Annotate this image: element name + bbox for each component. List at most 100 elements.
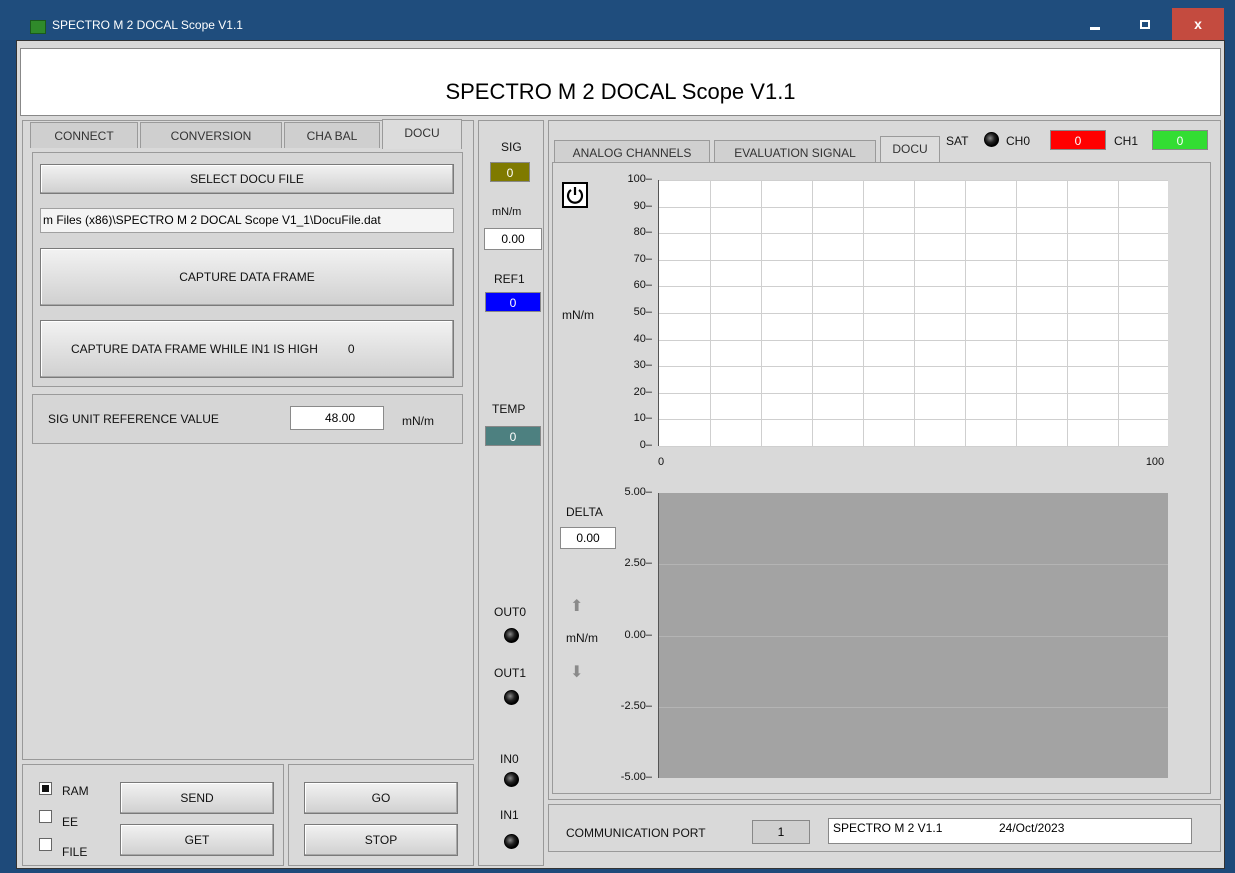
top-chart-gridline-v xyxy=(863,180,864,446)
top-chart-ytick: 70– xyxy=(633,252,652,265)
power-icon xyxy=(566,187,584,204)
delta-value: 0.00 xyxy=(560,527,616,549)
ee-checkbox[interactable] xyxy=(39,810,52,823)
out0-led xyxy=(504,628,519,643)
sat-label: SAT xyxy=(946,134,969,148)
bottom-chart-ytick: -2.50– xyxy=(620,699,652,712)
top-chart-ylabel: mN/m xyxy=(562,308,594,322)
sig-unit-value: 0.00 xyxy=(484,228,542,250)
arrow-down-icon[interactable]: ⬇ xyxy=(570,662,583,682)
in1-label: IN1 xyxy=(500,808,519,822)
ch1-indicator: 0 xyxy=(1152,130,1208,150)
top-chart-gridline-v xyxy=(812,180,813,446)
ref-value-label: SIG UNIT REFERENCE VALUE xyxy=(48,412,219,426)
close-icon: x xyxy=(1194,16,1202,32)
out1-led xyxy=(504,690,519,705)
maximize-icon xyxy=(1140,19,1150,29)
tab-connect[interactable]: CONNECT xyxy=(30,122,138,148)
top-chart-ytick: 30– xyxy=(633,359,652,372)
temp-indicator: 0 xyxy=(485,426,541,446)
bottom-chart-ytick: 5.00– xyxy=(624,486,652,498)
top-chart-ytick: 20– xyxy=(633,385,652,398)
top-chart-ytick: 10– xyxy=(633,412,652,425)
tab-analog-channels[interactable]: ANALOG CHANNELS xyxy=(554,140,710,164)
get-button[interactable]: GET xyxy=(120,824,274,856)
out1-label: OUT1 xyxy=(494,666,527,680)
top-chart-ytick: 90– xyxy=(633,199,652,212)
bottom-chart-ylabel: mN/m xyxy=(566,631,598,645)
bottom-chart-gridline-h xyxy=(659,564,1168,566)
temp-label: TEMP xyxy=(492,402,526,416)
send-button[interactable]: SEND xyxy=(120,782,274,814)
top-chart-gridline-v xyxy=(1118,180,1119,446)
minimize-icon xyxy=(1090,26,1100,30)
ch0-indicator: 0 xyxy=(1050,130,1106,150)
delta-label: DELTA xyxy=(566,505,603,519)
top-chart-gridline-v xyxy=(1067,180,1068,446)
file-checkbox[interactable] xyxy=(39,838,52,851)
bottom-chart-ytick: -5.00– xyxy=(620,771,652,783)
header-panel: SPECTRO M 2 DOCAL Scope V1.1 xyxy=(20,48,1221,116)
top-chart-gridline-v xyxy=(710,180,711,446)
ch0-label: CH0 xyxy=(1006,134,1031,148)
device-info-field: SPECTRO M 2 V1.1 24/Oct/2023 xyxy=(828,818,1192,844)
top-chart-plot xyxy=(658,180,1168,447)
tab-docu-right[interactable]: DOCU xyxy=(880,136,940,164)
top-chart-xtick-min: 0 xyxy=(657,456,665,468)
file-label: FILE xyxy=(62,845,88,859)
power-button[interactable] xyxy=(562,182,588,208)
ee-label: EE xyxy=(62,815,79,829)
go-button[interactable]: GO xyxy=(304,782,458,814)
top-chart-ytick: 40– xyxy=(633,332,652,345)
tab-docu[interactable]: DOCU xyxy=(382,119,462,149)
top-chart-ytick: 60– xyxy=(633,279,652,292)
docu-file-path[interactable]: m Files (x86)\SPECTRO M 2 DOCAL Scope V1… xyxy=(40,208,454,233)
capture-while-in1-button[interactable]: CAPTURE DATA FRAME WHILE IN1 IS HIGH 0 xyxy=(40,320,454,378)
top-chart-gridline-h xyxy=(659,446,1168,447)
in0-led xyxy=(504,772,519,787)
bottom-chart-plot xyxy=(658,493,1168,778)
tab-conversion[interactable]: CONVERSION xyxy=(140,122,282,148)
ram-checkbox[interactable] xyxy=(39,782,52,795)
in1-led xyxy=(504,834,519,849)
ref1-indicator: 0 xyxy=(485,292,541,312)
device-date: 24/Oct/2023 xyxy=(999,821,1065,835)
capture-while-count: 0 xyxy=(347,342,355,356)
bottom-chart-gridline-h xyxy=(659,635,1168,637)
comm-port-label: COMMUNICATION PORT xyxy=(566,826,706,840)
top-chart-ytick: 50– xyxy=(633,306,652,318)
bottom-chart-gridline-h xyxy=(659,706,1168,708)
minimize-button[interactable] xyxy=(1072,8,1118,40)
comm-port-value[interactable]: 1 xyxy=(752,820,810,844)
tab-evaluation-signal[interactable]: EVALUATION SIGNAL xyxy=(714,140,876,164)
top-chart-ytick: 100– xyxy=(627,173,652,185)
top-chart-xtick-max: 100 xyxy=(1145,456,1165,468)
bottom-chart-ytick: 2.50– xyxy=(624,557,652,570)
bottom-chart-ytick: 0.00– xyxy=(624,628,652,641)
ram-label: RAM xyxy=(62,784,89,798)
maximize-button[interactable] xyxy=(1122,8,1168,40)
device-name: SPECTRO M 2 V1.1 xyxy=(833,821,943,835)
page-title: SPECTRO M 2 DOCAL Scope V1.1 xyxy=(445,79,796,104)
ref-value-unit: mN/m xyxy=(402,414,434,428)
app-icon xyxy=(30,20,46,34)
tab-cha-bal[interactable]: CHA BAL xyxy=(284,122,380,148)
stop-button[interactable]: STOP xyxy=(304,824,458,856)
ch1-label: CH1 xyxy=(1114,134,1139,148)
sig-indicator: 0 xyxy=(490,162,530,182)
top-chart-ytick: 80– xyxy=(633,226,652,239)
select-docu-file-button[interactable]: SELECT DOCU FILE xyxy=(40,164,454,194)
sig-label: SIG xyxy=(501,140,522,154)
top-chart-ytick: 0– xyxy=(639,439,652,451)
ref-value-input[interactable]: 48.00 xyxy=(290,406,384,430)
out0-label: OUT0 xyxy=(494,605,527,619)
close-button[interactable]: x xyxy=(1172,8,1224,40)
top-chart-gridline-v xyxy=(1016,180,1017,446)
capture-data-frame-button[interactable]: CAPTURE DATA FRAME xyxy=(40,248,454,306)
top-chart-gridline-v xyxy=(965,180,966,446)
top-chart-gridline-v xyxy=(914,180,915,446)
sig-unit-label: mN/m xyxy=(492,206,522,218)
arrow-up-icon[interactable]: ⬆ xyxy=(570,596,583,616)
in0-label: IN0 xyxy=(500,752,519,766)
window-title: SPECTRO M 2 DOCAL Scope V1.1 xyxy=(52,18,243,32)
